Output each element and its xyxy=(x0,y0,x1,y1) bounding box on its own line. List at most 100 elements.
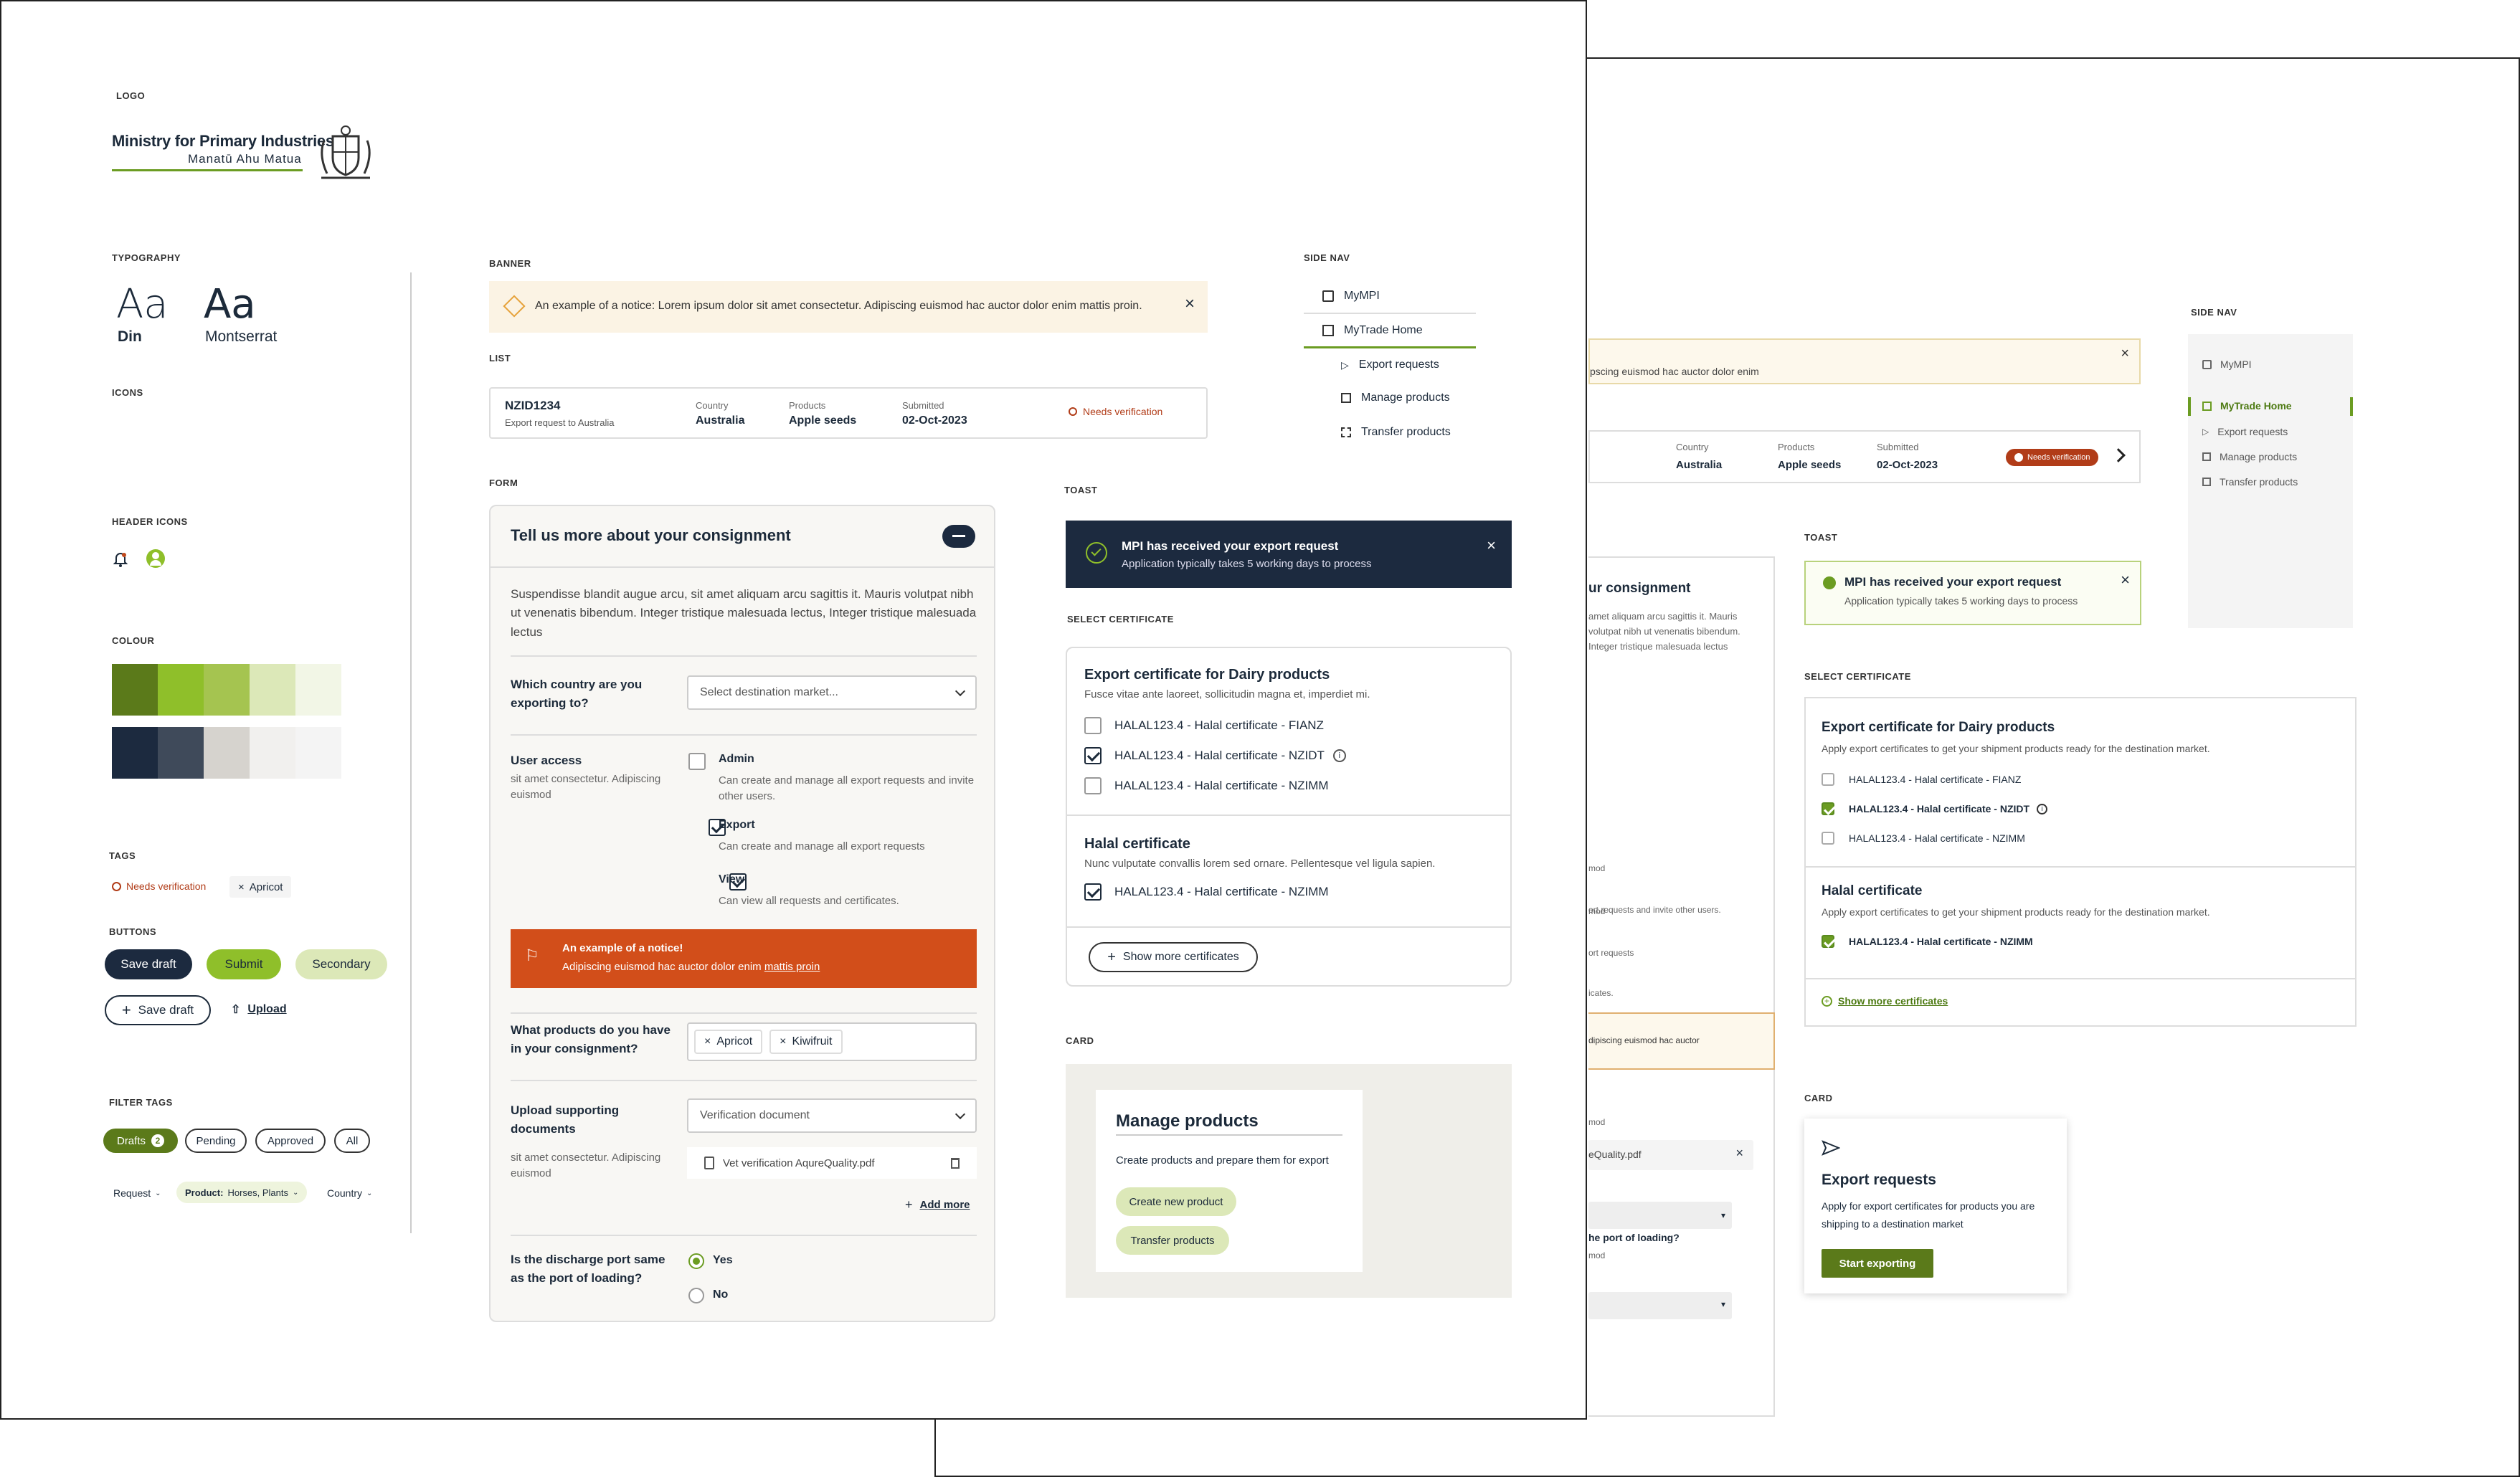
filter-all[interactable]: All xyxy=(334,1129,370,1153)
country-select[interactable] xyxy=(1588,1202,1732,1229)
document-type-select[interactable]: Verification document xyxy=(687,1098,977,1133)
collapse-button[interactable] xyxy=(942,525,975,548)
checkbox-checked[interactable] xyxy=(1084,883,1102,901)
filter-approved[interactable]: Approved xyxy=(255,1129,326,1153)
destination-select[interactable]: Select destination market... xyxy=(687,675,977,710)
radio-yes[interactable] xyxy=(688,1253,704,1269)
close-icon[interactable]: × xyxy=(238,881,245,893)
minus-icon xyxy=(952,535,965,537)
nav-item-transfer-products[interactable]: Transfer products xyxy=(1341,426,1451,439)
uploaded-file[interactable]: Vet verification AqureQuality.pdf xyxy=(687,1147,977,1179)
checkbox[interactable] xyxy=(1084,717,1102,734)
submitted-label: Submitted xyxy=(902,400,944,411)
font-name-din: Din xyxy=(118,328,142,345)
chevron-right-icon[interactable] xyxy=(2111,448,2126,462)
check-circle-icon xyxy=(1086,542,1107,564)
nav-item-mytrade-home[interactable]: MyTrade Home xyxy=(1304,313,1476,348)
back-list-row[interactable]: Country Australia Products Apple seeds S… xyxy=(1588,430,2141,483)
checkbox[interactable] xyxy=(1822,773,1834,786)
nav-item-mympi[interactable]: MyMPI xyxy=(2202,358,2252,370)
back-certificate-panel: Export certificate for Dairy products Ap… xyxy=(1804,697,2356,1027)
apricot-tag[interactable]: × Apricot xyxy=(229,876,292,898)
card-title: Manage products xyxy=(1116,1111,1259,1131)
checkbox[interactable] xyxy=(1822,832,1834,845)
info-icon[interactable]: i xyxy=(2037,803,2048,815)
checkbox[interactable] xyxy=(1084,777,1102,794)
checkbox-checked[interactable] xyxy=(1084,747,1102,764)
nav-item-export-requests[interactable]: ▷ Export requests xyxy=(2202,426,2288,437)
external-link-icon xyxy=(1322,290,1334,302)
close-icon[interactable]: × xyxy=(2121,346,2129,362)
nav-item-mytrade-home[interactable]: MyTrade Home xyxy=(2188,397,2353,416)
file-row[interactable]: eQuality.pdf × xyxy=(1588,1140,1753,1170)
start-exporting-button[interactable]: Start exporting xyxy=(1822,1249,1933,1278)
export-request-row[interactable]: NZID1234 Export request to Australia Cou… xyxy=(489,387,1208,439)
notice-link[interactable]: mattis proin xyxy=(764,961,820,973)
save-draft-outline-button[interactable]: + Save draft xyxy=(105,995,211,1025)
close-icon[interactable]: × xyxy=(780,1035,786,1048)
request-dropdown[interactable]: Request ⌄ xyxy=(113,1187,161,1199)
section-label-sidenav: SIDE NAV xyxy=(2191,307,2237,318)
transfer-products-button[interactable]: Transfer products xyxy=(1116,1226,1229,1255)
cert-option[interactable]: HALAL123.4 - Halal certificate - NZIMM xyxy=(1822,935,2033,948)
nav-item-manage-products[interactable]: Manage products xyxy=(1341,391,1450,404)
nav-item-mympi[interactable]: MyMPI xyxy=(1322,290,1380,303)
close-icon[interactable]: × xyxy=(1487,536,1496,555)
product-tag[interactable]: × Kiwifruit xyxy=(769,1030,843,1054)
products-multiselect[interactable]: × Apricot × Kiwifruit xyxy=(687,1022,977,1061)
add-more-link[interactable]: + Add more xyxy=(905,1197,970,1212)
country-dropdown[interactable]: Country ⌄ xyxy=(327,1187,372,1199)
request-desc: Export request to Australia xyxy=(505,417,615,428)
user-avatar-icon[interactable] xyxy=(146,549,165,568)
close-icon[interactable]: × xyxy=(1185,294,1195,314)
section-label-typography: TYPOGRAPHY xyxy=(112,252,181,263)
secondary-button[interactable]: Secondary xyxy=(295,949,387,979)
product-dropdown[interactable]: Product: Horses, Plants ⌄ xyxy=(176,1182,308,1203)
info-icon[interactable]: i xyxy=(1332,749,1346,762)
flag-icon: ⚐ xyxy=(525,946,539,964)
option-desc: Can create and manage all export request… xyxy=(719,774,975,802)
cert-option[interactable]: HALAL123.4 - Halal certificate - NZIMM xyxy=(1822,832,2025,845)
cert-option[interactable]: HALAL123.4 - Halal certificate - FIANZ xyxy=(1084,717,1324,734)
tag-label: Needs verification xyxy=(126,880,207,892)
cert-option[interactable]: HALAL123.4 - Halal certificate - NZIMM xyxy=(1084,777,1329,794)
submitted-label: Submitted xyxy=(1877,442,1919,452)
submit-button[interactable]: Submit xyxy=(207,949,281,979)
close-icon[interactable]: × xyxy=(2121,571,2130,589)
cert-option[interactable]: HALAL123.4 - Halal certificate - FIANZ xyxy=(1822,773,2021,786)
save-draft-button[interactable]: Save draft xyxy=(105,949,192,979)
cert-option[interactable]: HALAL123.4 - Halal certificate - NZIMM xyxy=(1084,883,1329,901)
radio-no[interactable] xyxy=(688,1288,704,1303)
notice-title: An example of a notice! xyxy=(562,942,683,954)
close-icon[interactable]: × xyxy=(1735,1146,1743,1161)
group-title: Halal certificate xyxy=(1084,836,1190,852)
create-product-button[interactable]: Create new product xyxy=(1116,1187,1236,1216)
checkbox-checked[interactable] xyxy=(1822,802,1834,815)
submitted-value: 02-Oct-2023 xyxy=(902,414,967,427)
product-tag[interactable]: × Apricot xyxy=(694,1030,763,1054)
transfer-icon xyxy=(1341,427,1351,437)
close-icon[interactable]: × xyxy=(704,1035,711,1048)
dropdown-label: Request xyxy=(113,1187,151,1199)
filter-pending[interactable]: Pending xyxy=(185,1129,247,1153)
show-more-button[interactable]: + Show more certificates xyxy=(1089,942,1258,972)
role-select[interactable] xyxy=(1588,1292,1732,1319)
cert-option[interactable]: HALAL123.4 - Halal certificate - NZIDT i xyxy=(1084,747,1346,764)
cert-option[interactable]: HALAL123.4 - Halal certificate - NZIDT i xyxy=(1822,802,2048,815)
nav-item-export-requests[interactable]: ▷ Export requests xyxy=(1341,358,1439,371)
show-more-link[interactable]: + Show more certificates xyxy=(1822,995,1948,1007)
toast-text: Application typically takes 5 working da… xyxy=(1122,558,1372,570)
trash-icon[interactable] xyxy=(951,1157,960,1169)
checkbox-checked[interactable] xyxy=(1822,935,1834,948)
font-name-montserrat: Montserrat xyxy=(205,328,278,345)
bell-icon[interactable] xyxy=(113,551,128,568)
upload-button[interactable]: ⇧ Upload xyxy=(231,1002,287,1017)
filter-drafts[interactable]: Drafts 2 xyxy=(103,1129,178,1153)
products-value: Apple seeds xyxy=(1778,459,1842,471)
nav-item-manage-products[interactable]: Manage products xyxy=(2202,451,2297,462)
admin-checkbox[interactable] xyxy=(688,753,706,770)
file-icon xyxy=(704,1157,714,1169)
nav-item-transfer-products[interactable]: Transfer products xyxy=(2202,476,2298,488)
front-artboard: LOGO Ministry for Primary Industries Man… xyxy=(0,0,1587,1420)
home-icon xyxy=(1322,325,1334,336)
